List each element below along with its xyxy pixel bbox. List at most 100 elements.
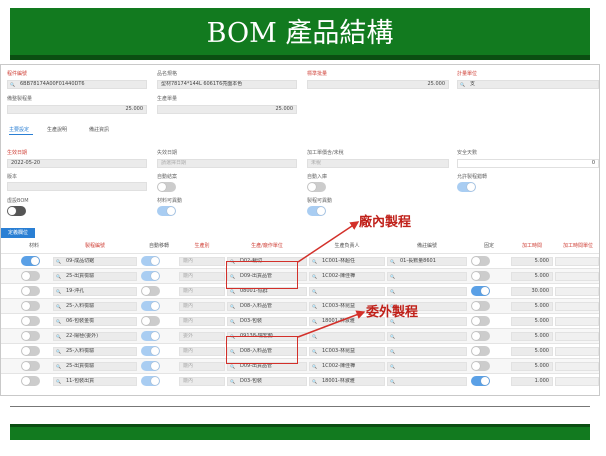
remark-no-cell[interactable] <box>387 272 467 281</box>
remark-no-cell[interactable] <box>387 332 467 341</box>
auto-transfer-toggle[interactable] <box>141 271 160 281</box>
version-field[interactable] <box>7 182 147 191</box>
material-toggle[interactable] <box>21 301 40 311</box>
proc-time-unit-cell[interactable] <box>555 347 599 356</box>
effective-date-field[interactable]: 2022-05-20 <box>7 159 147 168</box>
proc-time-unit-cell[interactable] <box>555 302 599 311</box>
name-spec-field[interactable]: 型材78174*144L 6061T6亮面本色 <box>157 80 297 89</box>
auto-transfer-toggle[interactable] <box>141 256 160 266</box>
safety-days-field[interactable]: 0 <box>457 159 599 168</box>
auto-stock-toggle[interactable] <box>307 182 326 192</box>
fixed-toggle[interactable] <box>471 271 490 281</box>
auto-transfer-toggle[interactable] <box>141 301 160 311</box>
proc-time-cell[interactable]: 5.000 <box>511 332 553 341</box>
prep-qty-field[interactable]: 25.000 <box>7 105 147 114</box>
proc-time-unit-cell[interactable] <box>555 377 599 386</box>
virtual-bom-toggle[interactable] <box>7 206 26 216</box>
prod-owner-cell[interactable]: 1C003-林昆益 <box>309 347 385 356</box>
auto-transfer-toggle[interactable] <box>141 361 160 371</box>
tab-remarks[interactable]: 備註資訊 <box>89 126 109 133</box>
proc-time-unit-cell[interactable] <box>555 257 599 266</box>
process-no-cell[interactable]: 09-成品切鋸 <box>53 257 137 266</box>
tab-main-settings[interactable]: 主要設定 <box>9 126 29 133</box>
work-order-select[interactable]: 未稅 <box>307 159 449 168</box>
prod-qty-field[interactable]: 25.000 <box>157 105 297 114</box>
remark-no-cell[interactable]: 01-長數量8601 <box>387 257 467 266</box>
process-no-cell[interactable]: 25-入料檢驗 <box>53 302 137 311</box>
process-no-cell[interactable]: 25-出貨檢驗 <box>53 362 137 371</box>
proc-time-unit-cell[interactable] <box>555 362 599 371</box>
proc-time-cell[interactable]: 1.000 <box>511 377 553 386</box>
process-no-cell[interactable]: 11-包裝出貨 <box>53 377 137 386</box>
proc-time-cell[interactable]: 5.000 <box>511 257 553 266</box>
auto-transfer-toggle[interactable] <box>141 286 160 296</box>
prod-unit-cell[interactable]: D03-包裝 <box>227 377 307 386</box>
expire-date-field[interactable]: 請選擇日期 <box>157 159 297 168</box>
fixed-toggle[interactable] <box>471 256 490 266</box>
prod-type-cell[interactable]: 廠內 <box>179 272 225 281</box>
process-no-cell[interactable]: 19-沖孔 <box>53 287 137 296</box>
material-toggle[interactable] <box>21 376 40 386</box>
define-columns-button[interactable]: 定義欄位 <box>1 228 35 238</box>
material-toggle[interactable] <box>21 271 40 281</box>
prod-owner-cell[interactable]: 1C001-林超任 <box>309 257 385 266</box>
material-move-toggle[interactable] <box>157 206 176 216</box>
fixed-toggle[interactable] <box>471 361 490 371</box>
proc-time-cell[interactable]: 5.000 <box>511 272 553 281</box>
proc-time-unit-cell[interactable] <box>555 272 599 281</box>
std-qty-field[interactable]: 25.000 <box>307 80 449 89</box>
fixed-toggle[interactable] <box>471 376 490 386</box>
fixed-toggle[interactable] <box>471 346 490 356</box>
material-toggle[interactable] <box>21 346 40 356</box>
prod-owner-cell[interactable]: 1C002-陳佳樺 <box>309 272 385 281</box>
process-no-cell[interactable]: 25-出貨檢驗 <box>53 272 137 281</box>
material-toggle[interactable] <box>21 331 40 341</box>
auto-transfer-toggle[interactable] <box>141 316 160 326</box>
process-no-cell[interactable]: 06-包裝金檢 <box>53 317 137 326</box>
auto-close-toggle[interactable] <box>157 182 176 192</box>
prod-type-cell[interactable]: 廠內 <box>179 287 225 296</box>
prod-type-cell[interactable]: 廠內 <box>179 347 225 356</box>
material-toggle[interactable] <box>21 286 40 296</box>
remark-no-cell[interactable] <box>387 362 467 371</box>
prod-unit-cell[interactable]: D03-包裝 <box>227 317 307 326</box>
prod-owner-cell[interactable]: 1C002-陳佳樺 <box>309 362 385 371</box>
prod-type-cell[interactable]: 廠內 <box>179 317 225 326</box>
tab-production-notes[interactable]: 生產說明 <box>47 126 67 133</box>
proc-time-unit-cell[interactable] <box>555 332 599 341</box>
process-no-cell[interactable]: 22-陽極(委外) <box>53 332 137 341</box>
prod-owner-cell[interactable] <box>309 332 385 341</box>
prod-type-cell[interactable]: 廠內 <box>179 302 225 311</box>
proc-time-cell[interactable]: 30.000 <box>511 287 553 296</box>
process-move-toggle[interactable] <box>307 206 326 216</box>
prod-type-cell[interactable]: 廠內 <box>179 257 225 266</box>
remark-no-cell[interactable] <box>387 377 467 386</box>
proc-time-cell[interactable]: 5.000 <box>511 302 553 311</box>
material-toggle[interactable] <box>21 316 40 326</box>
fixed-toggle[interactable] <box>471 301 490 311</box>
remark-no-cell[interactable] <box>387 347 467 356</box>
unit-field[interactable]: 支 <box>457 80 599 89</box>
material-toggle[interactable] <box>21 361 40 371</box>
prod-type-cell[interactable]: 廠內 <box>179 377 225 386</box>
fixed-toggle[interactable] <box>471 316 490 326</box>
prod-owner-cell[interactable]: 18001-林淑雅 <box>309 377 385 386</box>
auto-transfer-toggle[interactable] <box>141 346 160 356</box>
proc-time-unit-cell[interactable] <box>555 287 599 296</box>
prod-unit-cell[interactable]: D08-入料品管 <box>227 302 307 311</box>
fixed-toggle[interactable] <box>471 331 490 341</box>
process-no-cell[interactable]: 25-入料檢驗 <box>53 347 137 356</box>
proc-time-cell[interactable]: 5.000 <box>511 317 553 326</box>
proc-time-cell[interactable]: 5.000 <box>511 362 553 371</box>
item-no-field[interactable]: 6BB78174A00F01440DT6 <box>7 80 147 89</box>
remark-no-cell[interactable] <box>387 287 467 296</box>
prod-type-cell[interactable]: 委外 <box>179 332 225 341</box>
auto-transfer-toggle[interactable] <box>141 376 160 386</box>
proc-time-unit-cell[interactable] <box>555 317 599 326</box>
prod-type-cell[interactable]: 廠內 <box>179 362 225 371</box>
prod-owner-cell[interactable] <box>309 287 385 296</box>
fixed-toggle[interactable] <box>471 286 490 296</box>
allow-change-toggle[interactable] <box>457 182 476 192</box>
material-toggle[interactable] <box>21 256 40 266</box>
proc-time-cell[interactable]: 5.000 <box>511 347 553 356</box>
